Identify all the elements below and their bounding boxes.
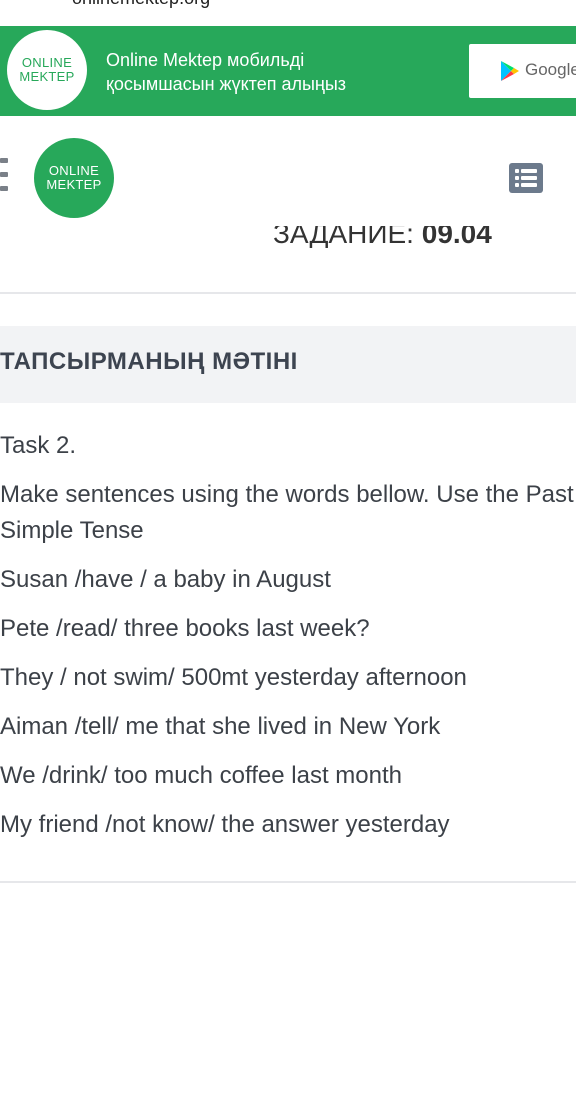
deadline-prefix: ЗАДАНИЕ: <box>273 226 422 248</box>
site-logo-line2: MEKTEP <box>46 177 102 192</box>
task-line: Aiman /tell/ me that she lived in New Yo… <box>0 713 441 740</box>
task-content: Task 2. Make sentences using the words b… <box>0 428 576 856</box>
hamburger-icon[interactable] <box>0 158 8 198</box>
banner-logo-line2: MEKTEP <box>19 69 75 84</box>
banner-logo-line1: ONLINE <box>21 55 73 70</box>
banner-logo: ONLINE MEKTEP <box>7 30 87 110</box>
task-line: They / not swim/ 500mt yesterday afterno… <box>0 664 467 691</box>
task-line: My friend /not know/ the answer yesterda… <box>0 811 450 838</box>
divider <box>0 881 576 883</box>
google-play-button[interactable]: Google <box>469 44 576 98</box>
banner-promo-line2: қосымшасын жүктеп алыңыз <box>106 74 347 94</box>
deadline-row: ЗАДАНИЕ: 09.04 <box>0 226 576 248</box>
task-line: Susan /have / a baby in August <box>0 566 331 593</box>
url-text: onlinemektep.org <box>72 0 210 9</box>
deadline-value: 09.04 <box>421 226 492 248</box>
google-play-label: Google <box>525 60 576 79</box>
banner-promo-line1: Online Mektep мобильді <box>106 50 305 70</box>
task-line: Task 2. <box>0 432 77 459</box>
google-play-icon <box>501 61 519 81</box>
list-icon[interactable] <box>509 163 543 193</box>
site-header: ONLINE MEKTEP <box>0 116 576 226</box>
url-strip: onlinemektep.org <box>0 0 576 26</box>
task-line: Pete /read/ three books last week? <box>0 615 370 642</box>
task-line: Make sentences using the words bellow. U… <box>0 481 574 544</box>
app-promo-banner[interactable]: ONLINE MEKTEP Online Mektep мобильді қос… <box>0 26 576 116</box>
divider <box>0 292 576 294</box>
section-title: ТАПСЫРМАНЫҢ МӘТІНІ <box>0 348 298 375</box>
banner-promo-text: Online Mektep мобильді қосымшасын жүктеп… <box>106 48 346 96</box>
deadline-text: ЗАДАНИЕ: 09.04 <box>273 226 492 248</box>
site-logo[interactable]: ONLINE MEKTEP <box>34 138 114 218</box>
task-line: We /drink/ too much coffee last month <box>0 762 402 789</box>
section-header: ТАПСЫРМАНЫҢ МӘТІНІ <box>0 326 576 403</box>
site-logo-line1: ONLINE <box>48 163 100 178</box>
